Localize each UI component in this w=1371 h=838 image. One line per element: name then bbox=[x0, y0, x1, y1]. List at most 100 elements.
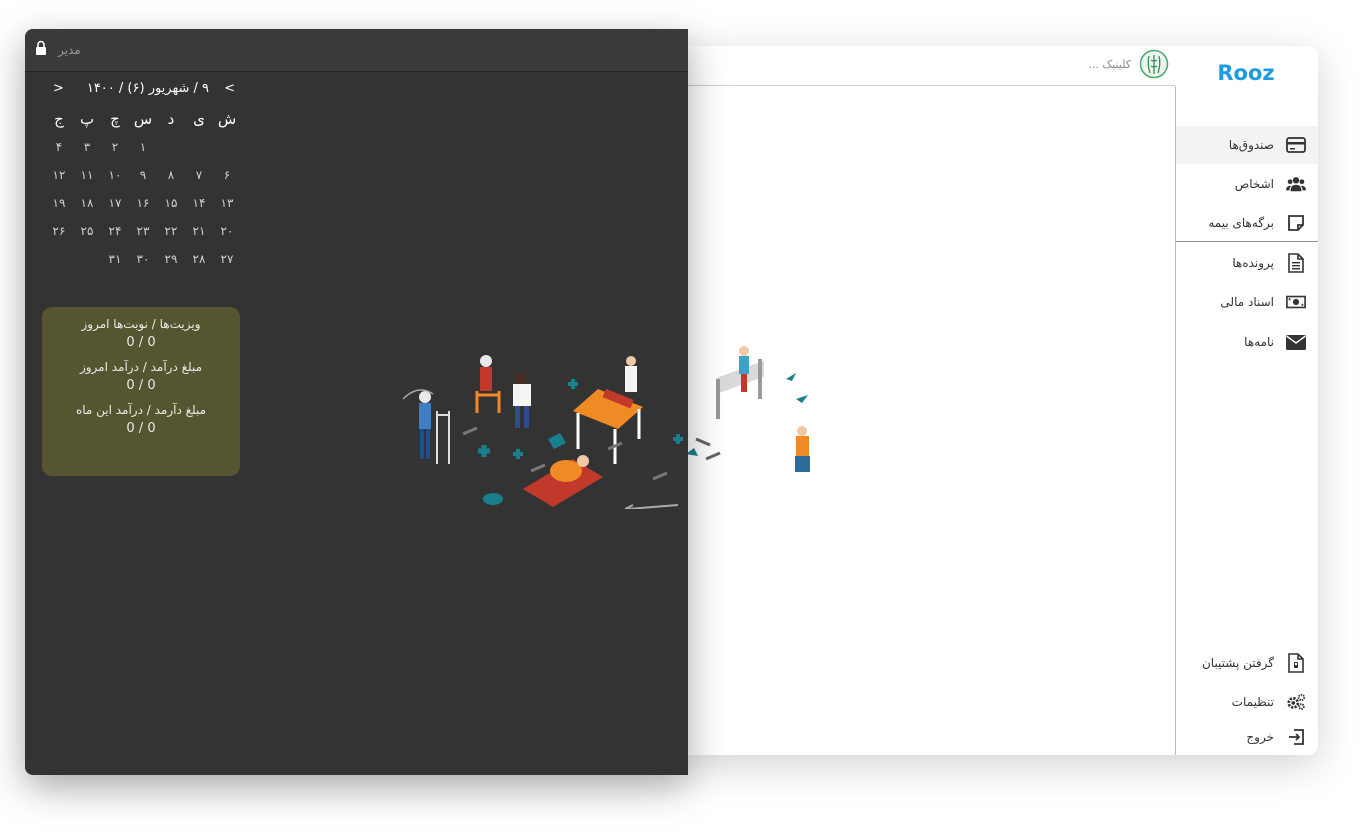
calendar-day[interactable]: ۱۱ bbox=[73, 165, 101, 193]
calendar-day[interactable]: ۱۴ bbox=[185, 193, 213, 221]
sidebar-item-logout[interactable]: خروج bbox=[1176, 718, 1318, 755]
calendar-day[interactable]: ۱۹ bbox=[45, 193, 73, 221]
weekday-label: د bbox=[167, 110, 175, 128]
clinic-name: کلینیک ... bbox=[1088, 58, 1131, 71]
calendar-week-row: ۱۲۳۴ bbox=[45, 137, 241, 165]
stat-income-today-value: 0 / 0 bbox=[126, 378, 156, 393]
sidebar-item-letters[interactable]: نامه‌ها bbox=[1176, 323, 1318, 361]
sidebar-item-insurance-sheets[interactable]: برگه‌های بیمه bbox=[1176, 204, 1318, 242]
calendar-week-row: ۲۰ ۲۱ ۲۲ ۲۳ ۲۴ ۲۵ ۲۶ bbox=[45, 221, 241, 249]
sidebar-item-label: اسناد مالی bbox=[1220, 295, 1274, 309]
calendar-day[interactable]: ۶ bbox=[213, 165, 241, 193]
calendar-day[interactable]: ۲۰ bbox=[213, 221, 241, 249]
calendar-day[interactable]: ۲۴ bbox=[101, 221, 129, 249]
calendar-day[interactable]: ۲۲ bbox=[157, 221, 185, 249]
card-icon bbox=[1286, 135, 1306, 155]
stat-visits-label: ویزیت‌ها / نوبت‌ها امروز bbox=[81, 317, 201, 331]
calendar-next-button[interactable]: < bbox=[53, 81, 64, 96]
calendar-day[interactable]: ۹ bbox=[129, 165, 157, 193]
calendar-day[interactable]: ۲ bbox=[101, 137, 129, 165]
calendar-day bbox=[45, 249, 73, 277]
stat-income-month-label: مبلغ دآرمد / درآمد این ماه bbox=[75, 403, 207, 417]
stat-visits-value: 0 / 0 bbox=[126, 335, 156, 350]
sidebar-item-financial-docs[interactable]: اسناد مالی bbox=[1176, 283, 1318, 321]
calendar-day bbox=[185, 137, 213, 165]
calendar-day[interactable]: ۲۹ bbox=[157, 249, 185, 277]
svg-text:Rooz: Rooz bbox=[1217, 61, 1274, 85]
stat-income-month-value: 0 / 0 bbox=[126, 421, 156, 436]
sidebar-item-label: صندوق‌ها bbox=[1228, 138, 1274, 152]
backup-icon bbox=[1286, 653, 1306, 673]
calendar-day[interactable]: ۱۶ bbox=[129, 193, 157, 221]
clinic-logo-icon bbox=[1139, 49, 1169, 79]
calendar-header: > ۹ / شهریور (۶) / ۱۴۰۰ < bbox=[45, 81, 235, 101]
lock-icon[interactable] bbox=[35, 40, 47, 56]
calendar-week-row: ۲۷ ۲۸ ۲۹ ۳۰ ۳۱ bbox=[45, 249, 241, 277]
sidebar-item-label: برگه‌های بیمه bbox=[1208, 216, 1274, 230]
sidebar-item-funds[interactable]: صندوق‌ها bbox=[1176, 126, 1318, 164]
calendar-day[interactable]: ۱۳ bbox=[213, 193, 241, 221]
calendar-day bbox=[157, 137, 185, 165]
calendar-day[interactable]: ۷ bbox=[185, 165, 213, 193]
calendar-week-row: ۱۳ ۱۴ ۱۵ ۱۶ ۱۷ ۱۸ ۱۹ bbox=[45, 193, 241, 221]
calendar-day[interactable]: ۸ bbox=[157, 165, 185, 193]
daily-stats-card: ویزیت‌ها / نوبت‌ها امروز 0 / 0 مبلغ درآم… bbox=[42, 307, 240, 476]
sidebar-item-settings[interactable]: تنظیمات bbox=[1176, 683, 1318, 721]
weekday-label: ج bbox=[54, 110, 64, 128]
brand-logo: Rooz bbox=[1217, 61, 1274, 85]
envelope-icon bbox=[1286, 332, 1306, 352]
sidebar-item-label: پرونده‌ها bbox=[1232, 256, 1274, 270]
calendar-day[interactable]: ۱ bbox=[129, 137, 157, 165]
calendar-day[interactable]: ۳ bbox=[73, 137, 101, 165]
file-icon bbox=[1286, 253, 1306, 273]
dashboard-panel: مدیر > ۹ / شهریور (۶) / ۱۴۰۰ < ش ی د س چ… bbox=[25, 29, 688, 775]
sidebar-divider bbox=[1176, 241, 1318, 242]
physiotherapy-illustration-right bbox=[686, 346, 810, 472]
calendar-day[interactable]: ۳۰ bbox=[129, 249, 157, 277]
users-icon bbox=[1286, 174, 1306, 194]
calendar-day bbox=[213, 137, 241, 165]
logout-icon bbox=[1286, 727, 1306, 747]
calendar-day[interactable]: ۳۱ bbox=[101, 249, 129, 277]
calendar-weeks: ۱ ۲ ۳ ۴ ۶ ۷ ۸ ۹ ۱۰ ۱۱ ۱۲ ۱۳ ۱۴ ۱۵ ۱۶ ۱۷ ۱۸ ۱۹ ۲۰ ۲۱ ۲۲ ۲۳ ۲۴ ۲۵… bbox=[45, 137, 241, 277]
sidebar-item-persons[interactable]: اشخاص bbox=[1176, 165, 1318, 203]
physiotherapy-illustration bbox=[403, 355, 683, 509]
sidebar-item-label: اشخاص bbox=[1234, 177, 1274, 191]
note-icon bbox=[1286, 213, 1306, 233]
calendar-day[interactable]: ۲۷ bbox=[213, 249, 241, 277]
calendar-day[interactable]: ۴ bbox=[45, 137, 73, 165]
calendar-day[interactable]: ۲۵ bbox=[73, 221, 101, 249]
sidebar-item-label: گرفتن پشتیبان bbox=[1201, 656, 1274, 670]
gears-icon bbox=[1286, 692, 1306, 712]
weekday-label: س bbox=[133, 110, 153, 128]
sidebar-item-label: تنظیمات bbox=[1231, 695, 1274, 709]
calendar-day[interactable]: ۱۵ bbox=[157, 193, 185, 221]
calendar-prev-button[interactable]: > bbox=[224, 81, 235, 96]
weekday-label: ی bbox=[193, 110, 205, 128]
weekday-label: پ bbox=[79, 110, 95, 128]
app-header: کلینیک ... bbox=[686, 46, 1175, 86]
calendar-day[interactable]: ۱۲ bbox=[45, 165, 73, 193]
calendar-day bbox=[73, 249, 101, 277]
calendar-day[interactable]: ۲۸ bbox=[185, 249, 213, 277]
sidebar-item-label: خروج bbox=[1246, 730, 1274, 744]
weekday-label: چ bbox=[110, 110, 120, 128]
sidebar-item-label: نامه‌ها bbox=[1244, 335, 1274, 349]
calendar-day[interactable]: ۲۶ bbox=[45, 221, 73, 249]
calendar-week-row: ۶ ۷ ۸ ۹ ۱۰ ۱۱ ۱۲ bbox=[45, 165, 241, 193]
weekday-label: ش bbox=[217, 110, 237, 128]
stat-income-today-label: مبلغ درآمد / درآمد امروز bbox=[79, 360, 203, 374]
calendar-day[interactable]: ۱۷ bbox=[101, 193, 129, 221]
sidebar: Rooz صندوق‌ها اشخاص برگه‌های بیمه پرون bbox=[1176, 46, 1318, 755]
calendar-day[interactable]: ۱۸ bbox=[73, 193, 101, 221]
current-user-label: مدیر bbox=[58, 43, 81, 57]
calendar-day[interactable]: ۲۱ bbox=[185, 221, 213, 249]
sidebar-item-backup[interactable]: گرفتن پشتیبان bbox=[1176, 644, 1318, 682]
money-icon bbox=[1286, 292, 1306, 312]
calendar-grid: ش ی د س چ پ ج ۱ ۲ ۳ ۴ ۶ ۷ ۸ ۹ ۱۰ ۱۱ ۱۲ ۱۳ ۱۴ ۱۵ ۱۶ ۱۷ ۱۸… bbox=[45, 109, 241, 277]
calendar-day[interactable]: ۲۳ bbox=[129, 221, 157, 249]
calendar-title: ۹ / شهریور (۶) / ۱۴۰۰ bbox=[86, 81, 209, 96]
calendar-day[interactable]: ۱۰ bbox=[101, 165, 129, 193]
sidebar-item-files[interactable]: پرونده‌ها bbox=[1176, 244, 1318, 282]
dashboard-topbar: مدیر bbox=[25, 29, 688, 72]
